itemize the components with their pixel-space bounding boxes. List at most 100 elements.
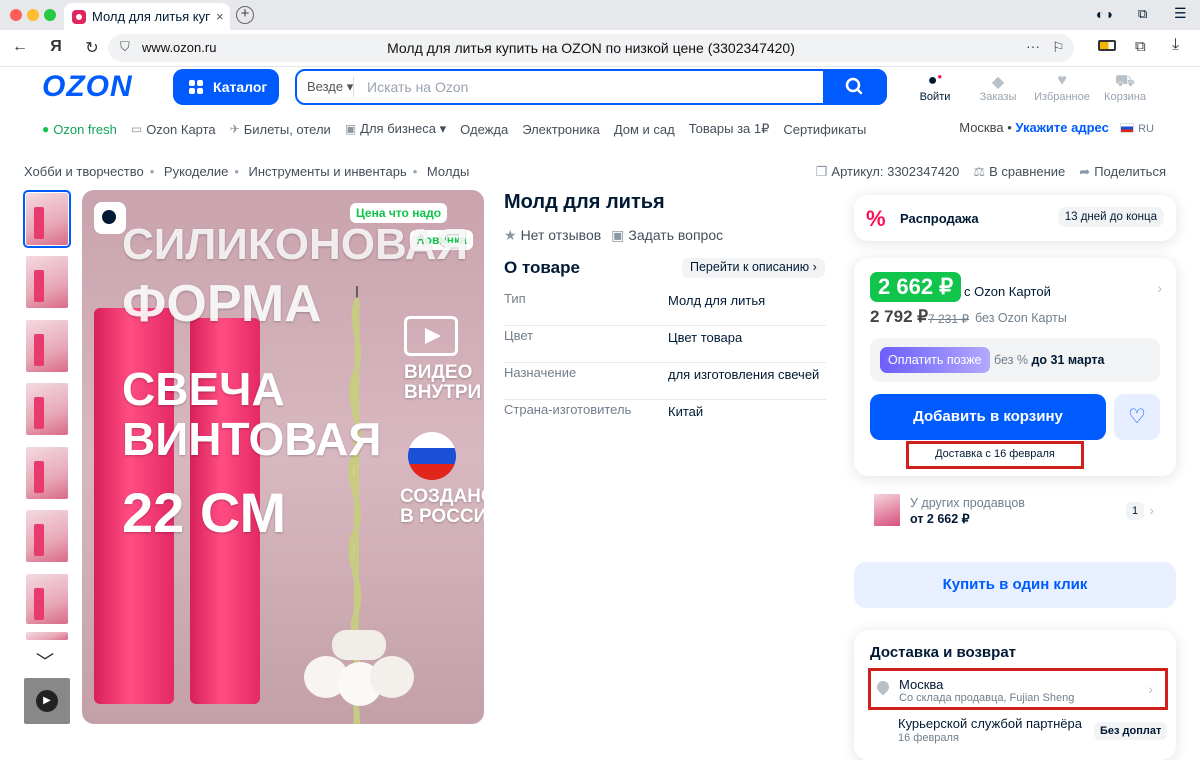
other-sellers-row[interactable]: У других продавцов от 2 662 ₽ 1 › (854, 488, 1176, 534)
maximize-window-button[interactable] (44, 9, 56, 21)
cart-button[interactable]: ⛟ Корзина (1095, 72, 1155, 103)
property-key: Страна-изготовитель (504, 402, 632, 417)
lang-label[interactable]: RU (1138, 123, 1154, 135)
nav-business[interactable]: ▣ Для бизнеса ▾ (345, 120, 446, 138)
more-dots-icon[interactable]: ··· (1026, 38, 1040, 54)
courier-option[interactable]: Курьерской службой партнёра (898, 716, 1082, 731)
reload-icon[interactable]: ↻ (82, 38, 102, 58)
extensions-icon[interactable]: ⧉ (1138, 6, 1147, 22)
product-meta: ❐ Артикул: 3302347420 ⚖ В сравнение ➦ Подел… (816, 164, 1166, 180)
ozon-favicon-icon (72, 9, 86, 24)
video-thumbnail[interactable] (24, 678, 70, 724)
nav-ozon-card[interactable]: ▭ Ozon Карта (131, 120, 216, 138)
russian-flag-icon (408, 432, 456, 480)
image-text-5: 22 СМ (122, 481, 287, 544)
share-label: Поделиться (1094, 164, 1166, 179)
delivery-city-row[interactable]: Москва Со склада продавца, Fujian Sheng … (868, 668, 1168, 710)
image-made-text-2: В РОССИИ (400, 506, 484, 527)
image-text-3: СВЕЧА (122, 363, 285, 415)
product-rating-row: ★ Нет отзывов ▣ Задать вопрос (504, 227, 723, 244)
card-icon: ▭ (130, 122, 143, 136)
candle-holder-image (304, 630, 414, 710)
crumb-tools[interactable]: Инструменты и инвентарь (249, 164, 407, 179)
browser-tab[interactable]: Молд для литья купить × (64, 3, 230, 30)
search-input[interactable] (367, 77, 807, 97)
property-value: Молд для литья (668, 293, 766, 308)
nav-certificates[interactable]: Сертификаты (783, 120, 866, 138)
buy-one-click-button[interactable]: Купить в один клик (854, 562, 1176, 608)
compare-label: В сравнение (989, 164, 1066, 179)
add-to-cart-button[interactable]: Добавить в корзину (870, 394, 1106, 440)
collections-icon[interactable]: ⧉ (1135, 38, 1146, 55)
nav-one-ruble[interactable]: Товары за 1₽ (689, 120, 770, 138)
thumbnail-1[interactable] (23, 190, 71, 248)
crumb-sep: • (149, 164, 155, 179)
thumbnail-2[interactable] (26, 256, 68, 308)
thumbnail-3[interactable] (26, 320, 68, 372)
compare-button[interactable]: ⚖ В сравнение (973, 164, 1065, 180)
page-title-in-url: Молд для литья купить на OZON по низкой … (387, 40, 795, 56)
pay-later-block[interactable]: Оплатить позже без % до 31 марта (870, 338, 1160, 382)
favorite-heart-button[interactable]: ♡ (1114, 394, 1160, 440)
crumb-molds[interactable]: Молды (427, 164, 469, 179)
without-card-label: без Ozon Карты (975, 311, 1067, 325)
product-main-image[interactable]: Цена что надо Новинка СИЛИКОНОВАЯ ФОРМА … (82, 190, 484, 724)
sale-banner[interactable]: % Распродажа 13 дней до конца (854, 195, 1176, 241)
location-selector[interactable]: Москва • Укажите адрес RU (959, 120, 1154, 135)
share-button[interactable]: ➦ Поделиться (1079, 164, 1166, 180)
minimize-window-button[interactable] (27, 9, 39, 21)
close-window-button[interactable] (10, 9, 22, 21)
catalog-button[interactable]: Каталог (173, 69, 279, 105)
favorites-label: Избранное (1034, 91, 1090, 103)
delivery-warehouse: Со склада продавца, Fujian Sheng (899, 692, 1075, 704)
search-scope-select[interactable]: Везде ▾ (307, 79, 353, 95)
favorites-button[interactable]: ♥ Избранное (1032, 72, 1092, 103)
thumbnail-5[interactable] (26, 447, 68, 499)
thumbnail-8[interactable] (26, 632, 68, 640)
login-label: Войти (919, 91, 951, 103)
chevron-right-icon[interactable]: › (1157, 280, 1162, 296)
tab-close-icon[interactable]: × (216, 9, 224, 24)
leaf-icon: ● (42, 122, 50, 136)
bookmark-icon[interactable]: ⚐ (1052, 39, 1065, 56)
other-seller-thumbnail (874, 494, 900, 526)
yandex-icon[interactable]: Я (46, 38, 66, 56)
thumbnail-7[interactable] (26, 574, 68, 624)
login-button[interactable]: ●● Войти (905, 72, 965, 103)
search-bar: Везде ▾ (295, 69, 887, 105)
cart-label: Корзина (1104, 91, 1146, 103)
reviews-link[interactable]: ★ Нет отзывов (504, 227, 601, 244)
nav-home-garden[interactable]: Дом и сад (614, 120, 675, 138)
thumbnails-down-chevron-icon[interactable]: ﹀ (36, 648, 54, 674)
new-tab-button[interactable]: + (236, 6, 254, 24)
old-price: 7 231 ₽ (928, 312, 969, 326)
back-arrow-icon[interactable]: ← (10, 38, 30, 56)
sale-label: Распродажа (900, 211, 979, 226)
grid-icon (189, 80, 203, 94)
nav-tickets[interactable]: ✈ Билеты, отели (230, 120, 331, 138)
crumb-handicraft[interactable]: Рукоделие (164, 164, 228, 179)
search-button[interactable] (823, 69, 887, 105)
go-to-description-button[interactable]: Перейти к описанию › (682, 258, 825, 278)
nav-clothes[interactable]: Одежда (460, 120, 508, 138)
download-icon[interactable]: ⤓ (1172, 36, 1179, 54)
property-key: Цвет (504, 328, 534, 343)
ask-question-link[interactable]: ▣ Задать вопрос (611, 227, 723, 244)
search-divider (353, 77, 354, 97)
url-field[interactable]: ⛉ www.ozon.ru Молд для литья купить на O… (108, 34, 1074, 62)
nav-electronics[interactable]: Электроника (522, 120, 600, 138)
thumbnail-6[interactable] (26, 510, 68, 562)
ozon-logo[interactable]: OZON (42, 70, 133, 104)
crumb-hobby[interactable]: Хобби и творчество (24, 164, 144, 179)
property-row: Назначение для изготовления свечей (504, 363, 826, 400)
menu-icon[interactable]: ☰ (1174, 5, 1187, 22)
sale-days-badge: 13 дней до конца (1057, 207, 1164, 227)
battery-icon[interactable] (1098, 40, 1116, 51)
incognito-glasses-icon[interactable]: ◐◑ (1096, 6, 1113, 22)
article-number[interactable]: ❐ Артикул: 3302347420 (816, 164, 960, 180)
nav-ozon-fresh[interactable]: ● Ozon fresh (42, 120, 117, 138)
thumbnail-4[interactable] (26, 383, 68, 435)
address-link[interactable]: Укажите адрес (1015, 120, 1108, 135)
image-text-2: ФОРМА (122, 275, 322, 333)
orders-button[interactable]: ◆ Заказы (968, 72, 1028, 103)
